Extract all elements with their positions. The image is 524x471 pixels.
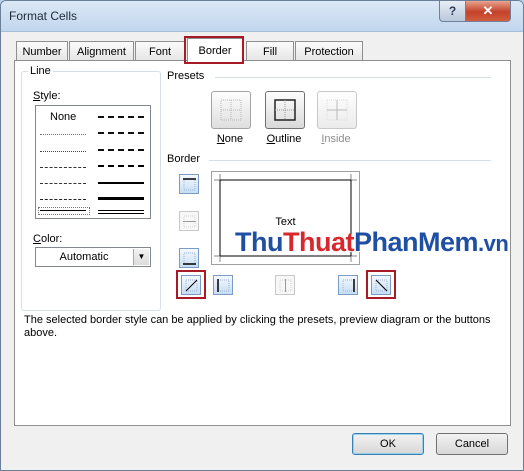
tab-font[interactable]: Font bbox=[135, 41, 185, 61]
cancel-button[interactable]: Cancel bbox=[436, 433, 508, 455]
border-inside-horizontal-icon bbox=[183, 215, 196, 228]
watermark: ThuThuatPhanMem.vn bbox=[235, 227, 509, 257]
close-button[interactable]: ✕ bbox=[465, 1, 511, 22]
style-dash-dot-dot[interactable] bbox=[40, 167, 86, 168]
presets-label: Presets bbox=[167, 70, 205, 82]
style-none-option[interactable]: None bbox=[50, 111, 76, 123]
color-value: Automatic bbox=[59, 251, 109, 263]
border-right-button[interactable] bbox=[338, 275, 358, 295]
border-label: Border bbox=[167, 153, 201, 165]
border-left-button[interactable] bbox=[213, 275, 233, 295]
border-separator bbox=[209, 160, 491, 161]
border-left-icon bbox=[217, 279, 230, 292]
style-slanted-dash-dot[interactable] bbox=[98, 132, 144, 134]
border-top-button[interactable] bbox=[179, 174, 199, 194]
line-group-label: Line bbox=[28, 65, 53, 77]
highlight-diagonal-up bbox=[176, 270, 206, 299]
title-bar[interactable]: Format Cells ? ✕ bbox=[1, 1, 523, 32]
style-dashed[interactable] bbox=[40, 199, 86, 200]
preset-outline-button[interactable] bbox=[265, 91, 305, 129]
border-inside-vertical-icon bbox=[279, 279, 292, 292]
preset-inside-icon bbox=[326, 99, 348, 121]
border-inside-horizontal-button bbox=[179, 211, 199, 231]
border-bottom-button[interactable] bbox=[179, 248, 199, 268]
preset-none-icon bbox=[220, 99, 242, 121]
tab-protection[interactable]: Protection bbox=[295, 41, 363, 61]
style-dash-dot[interactable] bbox=[40, 183, 86, 184]
dropdown-arrow-icon[interactable]: ▼ bbox=[133, 249, 149, 265]
preset-inside-button bbox=[317, 91, 357, 129]
ok-button[interactable]: OK bbox=[352, 433, 424, 455]
border-description: The selected border style can be applied… bbox=[24, 314, 491, 339]
highlight-border-tab bbox=[184, 36, 244, 64]
style-dotted[interactable] bbox=[40, 151, 86, 152]
format-cells-dialog: Format Cells ? ✕ Number Alignment Font B… bbox=[0, 0, 524, 471]
highlight-diagonal-down bbox=[366, 270, 396, 299]
border-right-icon bbox=[342, 279, 355, 292]
style-thin-selected[interactable] bbox=[38, 207, 90, 215]
preset-outline-label: Outline bbox=[266, 133, 302, 145]
style-medium[interactable] bbox=[98, 182, 144, 184]
tab-number[interactable]: Number bbox=[16, 41, 68, 61]
color-label: Color: bbox=[33, 233, 63, 245]
style-double[interactable] bbox=[98, 210, 144, 214]
border-bottom-icon bbox=[183, 252, 196, 265]
preset-inside-label: Inside bbox=[321, 133, 351, 145]
border-top-icon bbox=[183, 178, 196, 191]
line-style-list[interactable]: None bbox=[35, 105, 151, 219]
border-inside-vertical-button bbox=[275, 275, 295, 295]
dialog-title: Format Cells bbox=[9, 9, 78, 23]
tab-alignment[interactable]: Alignment bbox=[69, 41, 134, 61]
style-medium-dashed[interactable] bbox=[98, 165, 144, 167]
presets-separator bbox=[215, 77, 491, 78]
color-dropdown[interactable]: Automatic ▼ bbox=[35, 247, 151, 267]
style-thin bbox=[40, 210, 86, 211]
tab-fill[interactable]: Fill bbox=[246, 41, 294, 61]
preset-none-button[interactable] bbox=[211, 91, 251, 129]
style-label: Style: bbox=[33, 90, 61, 102]
style-hair[interactable] bbox=[40, 134, 86, 135]
preset-none-label: None bbox=[216, 133, 244, 145]
style-thick[interactable] bbox=[98, 197, 144, 200]
style-medium-dash-dot[interactable] bbox=[98, 149, 144, 151]
help-button[interactable]: ? bbox=[439, 1, 466, 22]
preset-outline-icon bbox=[274, 99, 296, 121]
style-medium-dash-dot-dot[interactable] bbox=[98, 116, 144, 118]
